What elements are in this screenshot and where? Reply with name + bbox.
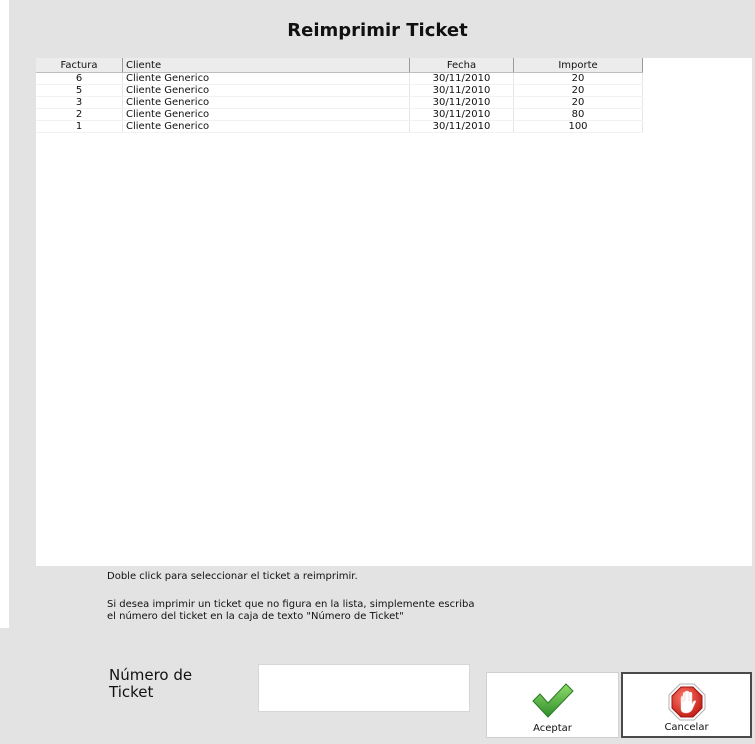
column-header-factura[interactable]: Factura (36, 58, 123, 73)
cell-cliente: Cliente Generico (122, 72, 410, 85)
checkmark-icon (530, 681, 576, 724)
cell-factura: 1 (36, 120, 123, 133)
cell-factura: 5 (36, 84, 123, 97)
ticket-number-label-line2: Ticket (109, 683, 154, 701)
ticket-number-label: Número de Ticket (109, 667, 229, 701)
table-row[interactable]: 3 Cliente Generico 30/11/2010 20 (36, 96, 643, 109)
column-header-cliente[interactable]: Cliente (122, 58, 410, 73)
manual-entry-hint-line1: Si desea imprimir un ticket que no figur… (107, 599, 475, 610)
cell-importe: 20 (513, 72, 643, 85)
manual-entry-hint-line2: el número del ticket en la caja de texto… (107, 611, 404, 622)
stop-hand-icon (667, 682, 707, 725)
table-row[interactable]: 5 Cliente Generico 30/11/2010 20 (36, 84, 643, 97)
tickets-grid[interactable]: Factura Cliente Fecha Importe 6 Cliente … (36, 58, 752, 566)
table-row[interactable]: 2 Cliente Generico 30/11/2010 80 (36, 108, 643, 121)
table-row[interactable]: 1 Cliente Generico 30/11/2010 100 (36, 120, 643, 133)
accept-button[interactable]: Aceptar (486, 672, 619, 738)
cancel-button-label: Cancelar (664, 722, 709, 733)
cell-fecha: 30/11/2010 (409, 84, 514, 97)
table-header-row: Factura Cliente Fecha Importe (36, 58, 643, 73)
double-click-hint: Doble click para seleccionar el ticket a… (107, 571, 358, 582)
manual-entry-hint: Si desea imprimir un ticket que no figur… (107, 599, 607, 623)
accept-button-label: Aceptar (533, 723, 572, 734)
cell-importe: 20 (513, 96, 643, 109)
table-row[interactable]: 6 Cliente Generico 30/11/2010 20 (36, 72, 643, 85)
column-header-fecha[interactable]: Fecha (409, 58, 514, 73)
cell-factura: 2 (36, 108, 123, 121)
left-border (0, 0, 9, 628)
cell-factura: 6 (36, 72, 123, 85)
cell-cliente: Cliente Generico (122, 96, 410, 109)
cell-factura: 3 (36, 96, 123, 109)
cell-importe: 80 (513, 108, 643, 121)
cell-fecha: 30/11/2010 (409, 72, 514, 85)
cell-importe: 100 (513, 120, 643, 133)
reprint-ticket-window: Reimprimir Ticket Factura Cliente Fecha … (0, 0, 755, 744)
cell-cliente: Cliente Generico (122, 108, 410, 121)
ticket-number-label-line1: Número de (109, 666, 193, 684)
column-header-importe[interactable]: Importe (513, 58, 643, 73)
cell-cliente: Cliente Generico (122, 120, 410, 133)
cell-cliente: Cliente Generico (122, 84, 410, 97)
cell-fecha: 30/11/2010 (409, 108, 514, 121)
ticket-number-input[interactable] (258, 664, 470, 712)
cell-fecha: 30/11/2010 (409, 120, 514, 133)
cell-importe: 20 (513, 84, 643, 97)
cell-fecha: 30/11/2010 (409, 96, 514, 109)
cancel-button[interactable]: Cancelar (621, 672, 752, 738)
page-title: Reimprimir Ticket (287, 20, 468, 41)
tickets-table: Factura Cliente Fecha Importe 6 Cliente … (36, 58, 643, 133)
